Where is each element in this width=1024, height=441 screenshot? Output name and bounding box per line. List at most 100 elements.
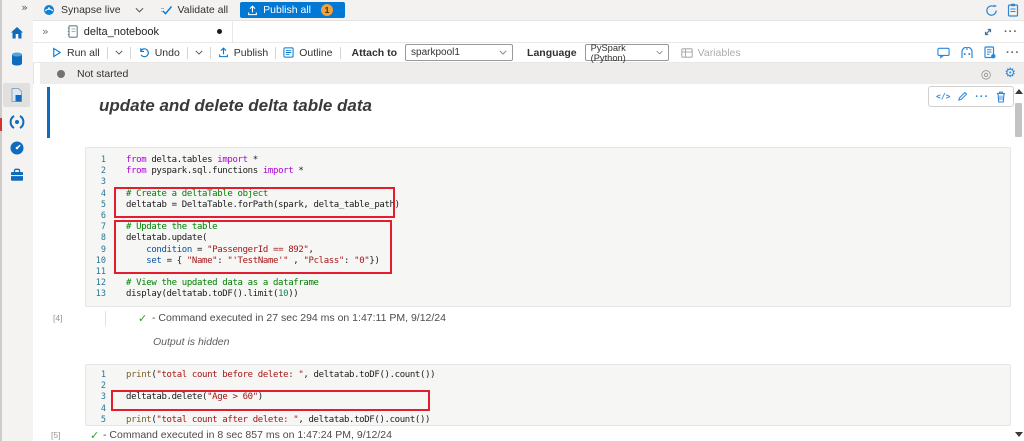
publish-button[interactable]: Publish bbox=[218, 47, 268, 59]
scroll-down-arrow[interactable] bbox=[1015, 432, 1023, 437]
tab-overflow-chevron-icon[interactable]: » bbox=[42, 25, 49, 38]
clipboard-icon[interactable] bbox=[1007, 3, 1019, 17]
code-text: deltatab.delete("Age > 60") bbox=[126, 392, 263, 403]
session-status-dot bbox=[57, 69, 65, 78]
language-label: Language bbox=[527, 46, 577, 59]
comments-icon[interactable] bbox=[937, 47, 950, 59]
language-select[interactable]: PySpark (Python) bbox=[584, 42, 669, 63]
undo-label: Undo bbox=[154, 46, 180, 59]
scroll-up-arrow[interactable] bbox=[1015, 89, 1023, 94]
code-line[interactable]: 5 deltatab = DeltaTable.forPath(spark, de… bbox=[86, 200, 1010, 211]
code-line[interactable]: 7 # Update the table bbox=[86, 222, 1010, 233]
sidebar-expand-icon[interactable]: » bbox=[21, 1, 28, 14]
session-properties-icon[interactable] bbox=[984, 46, 996, 59]
publish-all-button[interactable]: Publish all 1 bbox=[240, 2, 346, 18]
scrollbar-thumb[interactable] bbox=[1015, 103, 1022, 137]
tab-more-actions-icon[interactable]: ··· bbox=[1004, 26, 1018, 38]
line-number: 3 bbox=[100, 392, 106, 403]
settings-gear-icon[interactable]: ⚙ bbox=[1004, 67, 1016, 80]
publish-label: Publish bbox=[233, 46, 269, 59]
integrate-pipeline-icon bbox=[9, 115, 24, 129]
run-all-label: Run all bbox=[67, 46, 100, 59]
code-cell[interactable]: 1 print("total count before delete: ", de… bbox=[85, 364, 1011, 426]
top-command-bar: Synapse live Validate all Publish all 1 bbox=[33, 0, 1024, 21]
code-text: # Update the table bbox=[126, 222, 218, 233]
outline-button[interactable]: Outline bbox=[283, 46, 333, 59]
line-number: 10 bbox=[95, 255, 106, 266]
configure-session-icon[interactable] bbox=[960, 46, 974, 59]
attach-to-value: sparkpool1 bbox=[411, 47, 460, 58]
toolbar-more-actions-icon[interactable]: ··· bbox=[1006, 47, 1020, 59]
code-line[interactable]: 1 from delta.tables import * bbox=[86, 155, 1010, 166]
code-line[interactable]: 13 display(deltatab.toDF().limit(10)) bbox=[86, 289, 1010, 300]
cell-more-actions-icon[interactable]: ··· bbox=[975, 91, 989, 103]
line-number: 13 bbox=[95, 289, 106, 300]
code-line[interactable]: 12 # View the updated data as a dataframe bbox=[86, 278, 1010, 289]
database-icon bbox=[11, 52, 22, 66]
code-text: display(deltatab.toDF().limit(10)) bbox=[126, 289, 299, 300]
code-cell[interactable]: 1 from delta.tables import * 2 from pyspark… bbox=[85, 147, 1011, 307]
publish-upload-icon bbox=[248, 4, 258, 15]
markdown-cell-title[interactable]: update and delete delta table data bbox=[99, 96, 372, 116]
code-line[interactable]: 2 from pyspark.sql.functions import * bbox=[86, 166, 1010, 177]
code-text: deltatab.update( bbox=[126, 233, 208, 244]
code-line[interactable]: 5 print("total count after delete: ", del… bbox=[86, 414, 1010, 425]
tab-title: delta_notebook bbox=[83, 25, 159, 38]
select-chevron-icon bbox=[655, 50, 663, 55]
sidebar-item-develop[interactable] bbox=[3, 83, 30, 107]
code-line[interactable]: 4 # Create a deltaTable object bbox=[86, 189, 1010, 200]
code-line[interactable]: 2 bbox=[86, 381, 1010, 392]
delete-trash-icon[interactable] bbox=[996, 91, 1006, 103]
cell-toolbar: </> ··· bbox=[928, 86, 1014, 107]
validate-check-icon bbox=[160, 5, 172, 15]
attach-to-label: Attach to bbox=[351, 46, 398, 59]
notebook-icon bbox=[67, 25, 78, 38]
session-status-label: Not started bbox=[77, 67, 129, 80]
language-value: PySpark (Python) bbox=[590, 42, 626, 63]
undo-options-chevron-icon[interactable] bbox=[195, 50, 203, 55]
code-view-icon[interactable]: </> bbox=[936, 92, 950, 101]
code-line[interactable]: 3 deltatab.delete("Age > 60") bbox=[86, 392, 1010, 403]
success-check-icon: ✓ bbox=[138, 313, 148, 325]
line-number: 1 bbox=[100, 155, 106, 165]
code-line[interactable]: 10 set = { "Name": "'TestName'" , "Pclas… bbox=[86, 256, 1010, 267]
validate-all-button[interactable]: Validate all bbox=[160, 4, 228, 16]
code-line[interactable]: 4 bbox=[86, 404, 1010, 415]
select-chevron-icon bbox=[499, 50, 507, 55]
sidebar-item-data[interactable] bbox=[3, 47, 30, 71]
code-line[interactable]: 8 deltatab.update( bbox=[86, 233, 1010, 244]
publish-icon bbox=[218, 47, 228, 58]
home-icon bbox=[10, 27, 23, 39]
undo-button[interactable]: Undo bbox=[138, 47, 180, 59]
expand-pane-icon[interactable] bbox=[983, 27, 993, 37]
line-number: 3 bbox=[100, 177, 106, 188]
code-line[interactable]: 3 bbox=[86, 177, 1010, 188]
code-line[interactable]: 1 print("total count before delete: ", de… bbox=[86, 370, 1010, 381]
chevron-down-icon[interactable] bbox=[135, 7, 144, 13]
line-number: 5 bbox=[100, 199, 106, 210]
refresh-icon[interactable] bbox=[985, 3, 998, 17]
sidebar-item-monitor[interactable] bbox=[3, 136, 30, 160]
sidebar-item-integrate[interactable] bbox=[3, 110, 30, 134]
outline-label: Outline bbox=[299, 46, 333, 59]
publish-count-badge: 1 bbox=[321, 4, 334, 16]
tab-delta-notebook[interactable]: delta_notebook bbox=[56, 21, 233, 42]
attach-to-select[interactable]: sparkpool1 bbox=[405, 44, 514, 61]
line-number: 5 bbox=[100, 414, 106, 425]
execution-count: [5] bbox=[51, 430, 61, 440]
undo-icon bbox=[139, 48, 149, 58]
sidebar-item-home[interactable] bbox=[3, 21, 30, 45]
outline-icon bbox=[283, 47, 294, 58]
mode-selector-label[interactable]: Synapse live bbox=[61, 4, 121, 16]
status-divider bbox=[105, 311, 106, 326]
run-all-button[interactable]: Run all bbox=[51, 47, 100, 59]
edit-pencil-icon[interactable] bbox=[957, 91, 968, 102]
code-line[interactable]: 6 bbox=[86, 211, 1010, 222]
run-options-chevron-icon[interactable] bbox=[115, 50, 123, 55]
record-session-icon[interactable]: ◎ bbox=[981, 67, 991, 81]
code-line[interactable]: 9 condition = "PassengerId == 892", bbox=[86, 245, 1010, 256]
sidebar-item-manage[interactable] bbox=[3, 163, 30, 187]
code-line[interactable]: 11 bbox=[86, 267, 1010, 278]
cell-execution-status: [4] ✓ - Command executed in 27 sec 294 m… bbox=[33, 311, 1013, 326]
